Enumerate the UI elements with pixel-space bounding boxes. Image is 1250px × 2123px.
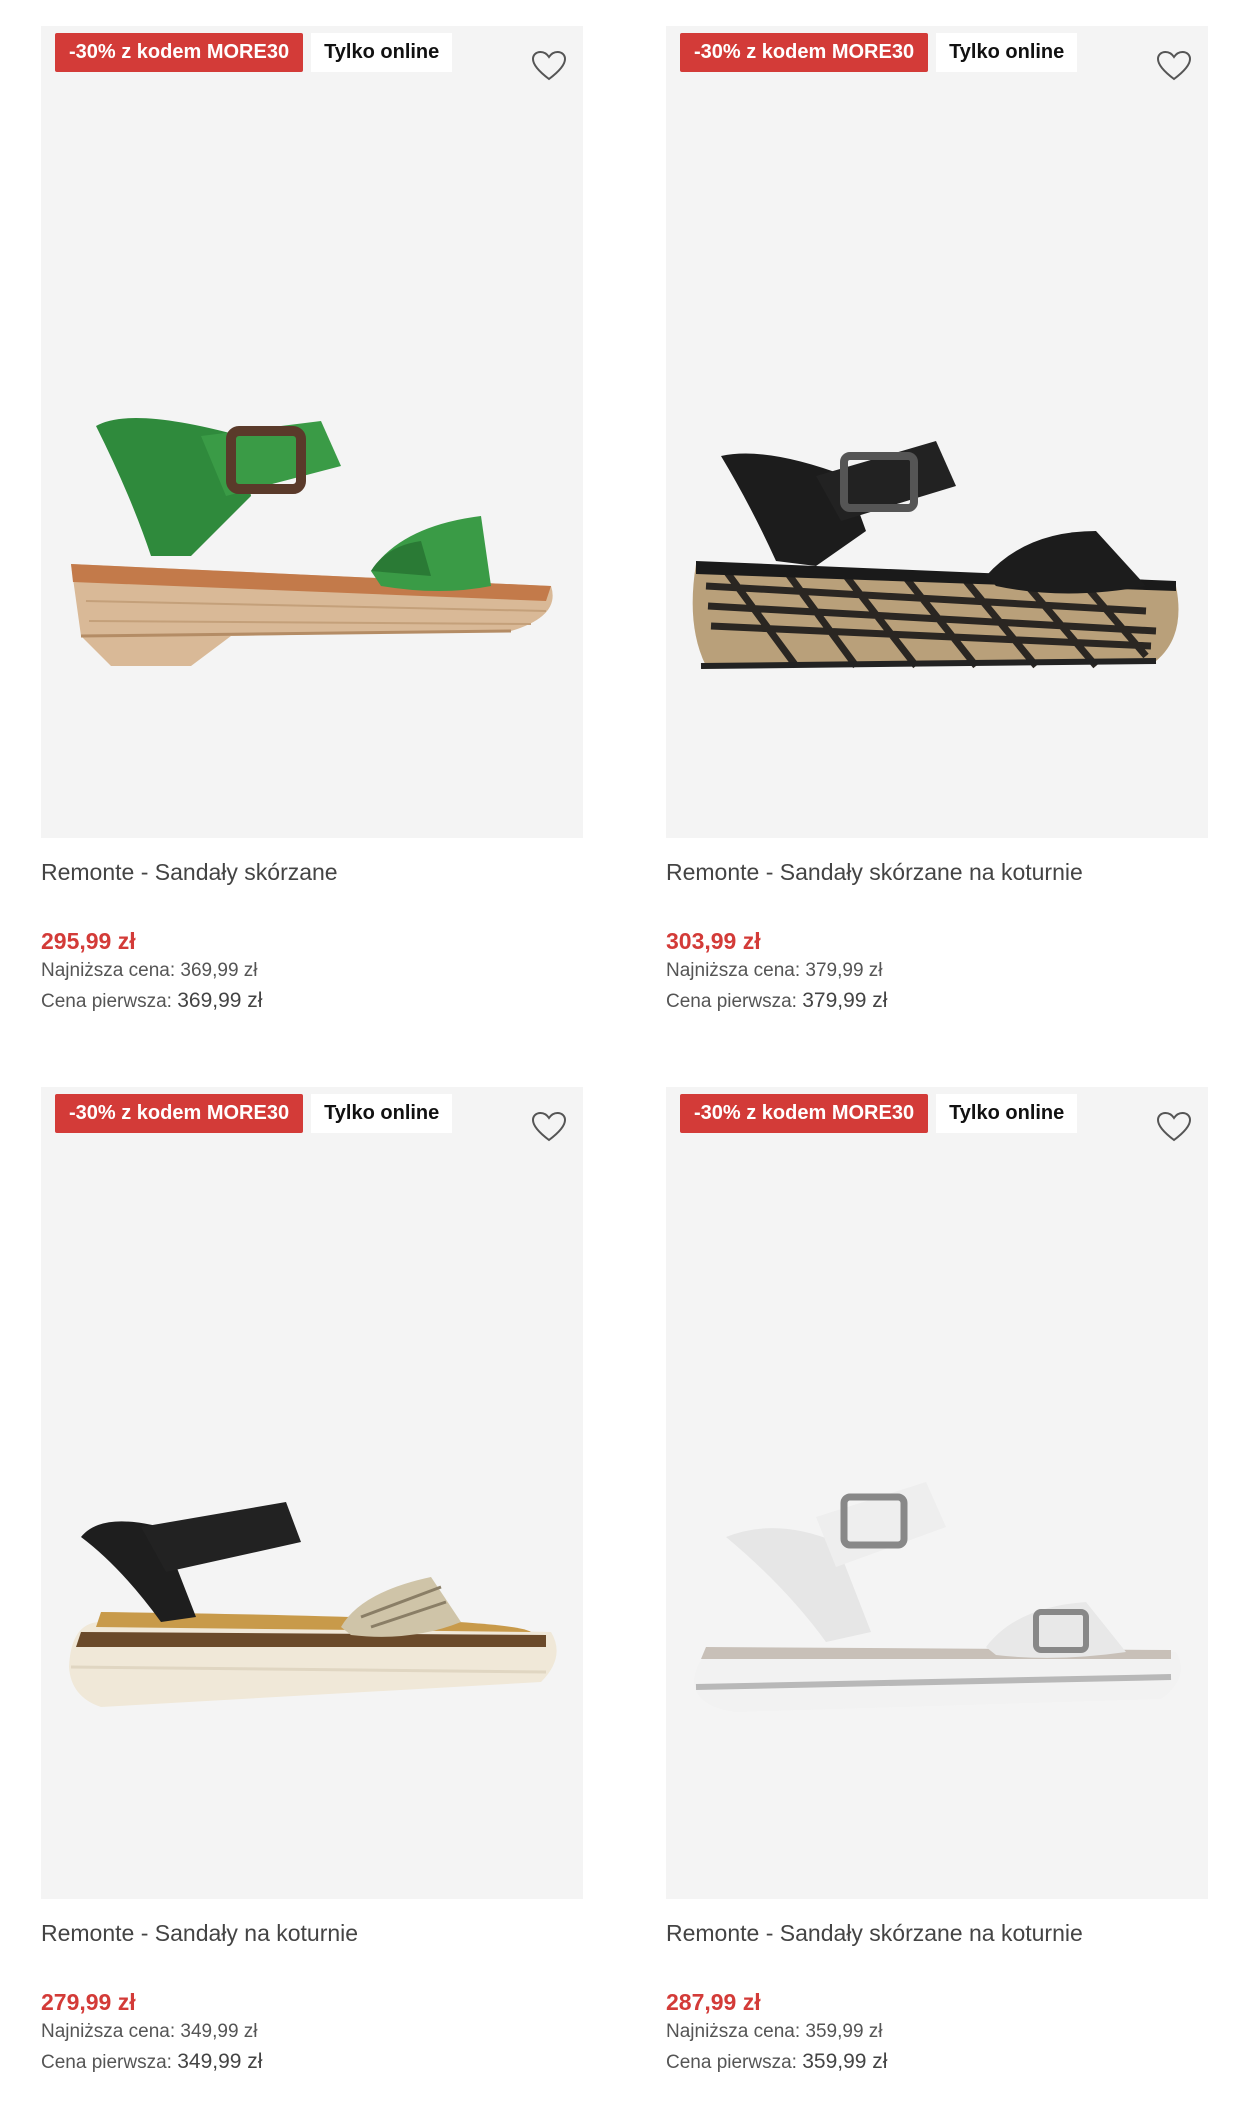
lowest-price-row: Najniższa cena: 379,99 zł xyxy=(666,956,1208,986)
product-image[interactable]: -30% z kodem MORE30 Tylko online xyxy=(41,1087,583,1899)
product-card[interactable]: -30% z kodem MORE30 Tylko online Remonte… xyxy=(41,1087,583,2078)
first-price-row: Cena pierwsza: 349,99 zł xyxy=(41,2047,583,2078)
product-image[interactable]: -30% z kodem MORE30 Tylko online xyxy=(666,1087,1208,1899)
product-title[interactable]: Remonte - Sandały skórzane na koturnie xyxy=(666,1917,1208,1949)
lowest-price-row: Najniższa cena: 349,99 zł xyxy=(41,2017,583,2047)
product-card[interactable]: -30% z kodem MORE30 Tylko online Remonte… xyxy=(666,26,1208,1017)
lowest-price-label: Najniższa cena: xyxy=(666,2021,801,2042)
lowest-price-value: 369,99 zł xyxy=(180,960,258,981)
lowest-price-value: 359,99 zł xyxy=(805,2021,883,2042)
lowest-price-value: 349,99 zł xyxy=(180,2021,258,2042)
product-title[interactable]: Remonte - Sandały skórzane xyxy=(41,856,583,888)
first-price-value: 359,99 zł xyxy=(802,2050,888,2073)
beige-sandal-image xyxy=(69,1502,557,1707)
product-title[interactable]: Remonte - Sandały na koturnie xyxy=(41,1917,583,1949)
product-title[interactable]: Remonte - Sandały skórzane na koturnie xyxy=(666,856,1208,888)
lowest-price-label: Najniższa cena: xyxy=(41,2021,176,2042)
promo-badge: -30% z kodem MORE30 xyxy=(680,33,929,72)
product-card[interactable]: -30% z kodem MORE30 Tylko online Remonte… xyxy=(666,1087,1208,2078)
product-price: 279,99 zł xyxy=(41,1989,136,2015)
promo-badge: -30% z kodem MORE30 xyxy=(55,33,304,72)
online-only-badge: Tylko online xyxy=(311,1094,453,1133)
first-price-row: Cena pierwsza: 359,99 zł xyxy=(666,2047,1208,2078)
first-price-value: 349,99 zł xyxy=(177,2050,263,2073)
first-price-value: 379,99 zł xyxy=(802,989,888,1012)
product-price: 303,99 zł xyxy=(666,928,761,954)
online-only-badge: Tylko online xyxy=(936,33,1078,72)
first-price-row: Cena pierwsza: 369,99 zł xyxy=(41,986,583,1017)
product-price: 287,99 zł xyxy=(666,1989,761,2015)
product-card[interactable]: -30% z kodem MORE30 Tylko online Remonte… xyxy=(41,26,583,1017)
product-image[interactable]: -30% z kodem MORE30 Tylko online xyxy=(41,26,583,838)
online-only-badge: Tylko online xyxy=(311,33,453,72)
heart-outline-icon[interactable] xyxy=(529,1107,569,1147)
lowest-price-row: Najniższa cena: 369,99 zł xyxy=(41,956,583,986)
lowest-price-label: Najniższa cena: xyxy=(41,960,176,981)
first-price-row: Cena pierwsza: 379,99 zł xyxy=(666,986,1208,1017)
online-only-badge: Tylko online xyxy=(936,1094,1078,1133)
heart-outline-icon[interactable] xyxy=(529,46,569,86)
first-price-label: Cena pierwsza: xyxy=(666,2052,797,2073)
first-price-label: Cena pierwsza: xyxy=(41,2052,172,2073)
first-price-value: 369,99 zł xyxy=(177,989,263,1012)
white-sandal-image xyxy=(694,1482,1181,1712)
product-price: 295,99 zł xyxy=(41,928,136,954)
first-price-label: Cena pierwsza: xyxy=(666,991,797,1012)
promo-badge: -30% z kodem MORE30 xyxy=(55,1094,304,1133)
promo-badge: -30% z kodem MORE30 xyxy=(680,1094,929,1133)
lowest-price-row: Najniższa cena: 359,99 zł xyxy=(666,2017,1208,2047)
black-sandal-image xyxy=(692,441,1179,669)
green-sandal-image xyxy=(71,418,553,666)
lowest-price-value: 379,99 zł xyxy=(805,960,883,981)
heart-outline-icon[interactable] xyxy=(1154,1107,1194,1147)
lowest-price-label: Najniższa cena: xyxy=(666,960,801,981)
product-image[interactable]: -30% z kodem MORE30 Tylko online xyxy=(666,26,1208,838)
first-price-label: Cena pierwsza: xyxy=(41,991,172,1012)
heart-outline-icon[interactable] xyxy=(1154,46,1194,86)
